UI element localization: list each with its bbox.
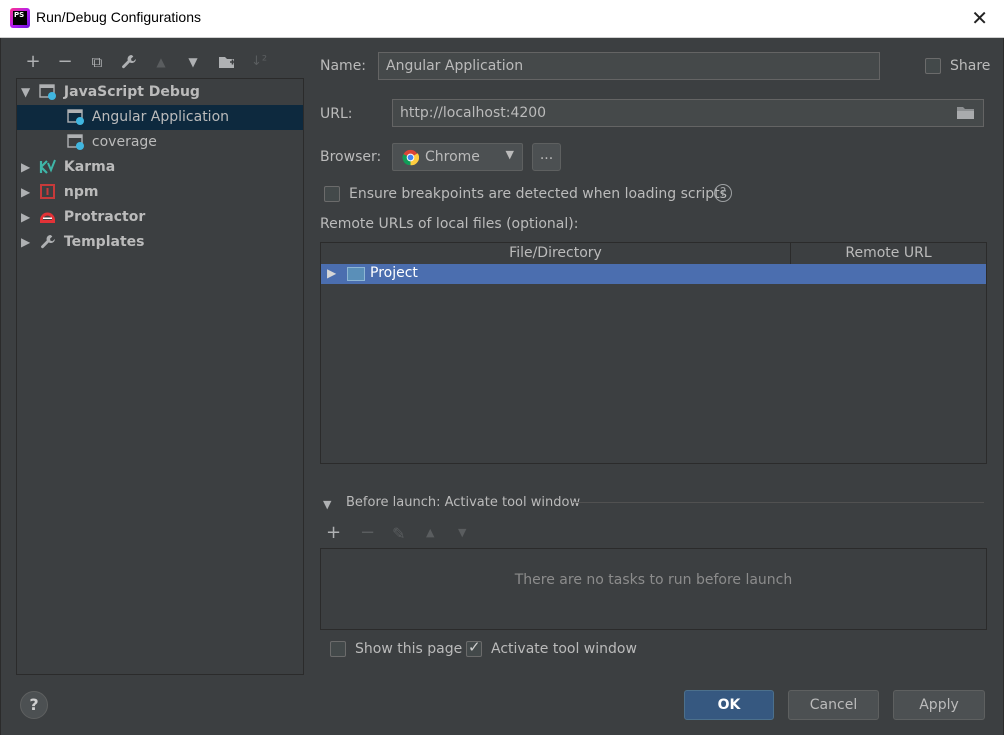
browser-label: Browser:: [320, 149, 382, 165]
remote-urls-table[interactable]: File/Directory Remote URL ▶ Project: [320, 242, 987, 464]
remove-icon[interactable]: −: [360, 522, 375, 543]
move-down-icon[interactable]: ▼: [458, 526, 466, 539]
configuration-tree[interactable]: ▼ JavaScript Debug Angular Application c…: [16, 78, 304, 675]
browser-value: Chrome: [425, 149, 480, 165]
collapse-arrow-icon[interactable]: ▼: [323, 498, 331, 511]
debug-config-icon: [67, 109, 85, 125]
move-up-icon[interactable]: ▲: [426, 526, 434, 539]
remove-icon[interactable]: −: [54, 50, 76, 74]
collapsed-arrow-icon[interactable]: ▶: [21, 155, 35, 180]
table-row[interactable]: ▶ Project: [321, 264, 986, 284]
copy-icon[interactable]: ⧉: [86, 50, 108, 74]
wrench-icon: [39, 234, 57, 250]
new-folder-icon[interactable]: [216, 50, 238, 74]
activate-tool-window-label: Activate tool window: [491, 641, 637, 657]
help-icon[interactable]: ?: [714, 184, 732, 202]
collapsed-arrow-icon[interactable]: ▶: [21, 180, 35, 205]
tree-label: coverage: [91, 134, 157, 150]
tree-label: npm: [63, 184, 99, 200]
tree-label: Karma: [63, 159, 116, 175]
share-checkbox[interactable]: [925, 58, 941, 74]
url-label: URL:: [320, 106, 353, 122]
title-bar: PS Run/Debug Configurations ✕: [0, 0, 1004, 38]
chrome-icon: [402, 149, 420, 170]
folder-icon: [347, 267, 365, 281]
browser-options-button[interactable]: ...: [532, 143, 561, 171]
apply-button[interactable]: Apply: [893, 690, 985, 720]
tree-node-karma[interactable]: ▶ Karma: [17, 155, 115, 180]
show-page-checkbox[interactable]: [330, 641, 346, 657]
help-button[interactable]: ?: [20, 691, 48, 719]
ok-button[interactable]: OK: [684, 690, 774, 720]
project-label: Project: [370, 265, 418, 281]
before-launch-task-list[interactable]: There are no tasks to run before launch: [320, 548, 987, 630]
tree-node-protractor[interactable]: ▶ Protractor: [17, 205, 145, 230]
collapsed-arrow-icon[interactable]: ▶: [21, 205, 35, 230]
add-icon[interactable]: +: [326, 522, 341, 543]
tree-node-angular-application[interactable]: Angular Application: [17, 105, 303, 130]
name-field[interactable]: Angular Application: [378, 52, 880, 80]
add-icon[interactable]: +: [22, 50, 44, 74]
before-launch-title[interactable]: Before launch: Activate tool window: [346, 495, 580, 510]
url-field[interactable]: http://localhost:4200: [392, 99, 984, 127]
debug-config-icon: [67, 134, 85, 150]
separator: [573, 502, 984, 503]
tree-label: JavaScript Debug: [63, 84, 200, 100]
tree-label: Protractor: [63, 209, 146, 225]
activate-tool-window-checkbox[interactable]: [466, 638, 482, 657]
browser-select[interactable]: Chrome ▼: [392, 143, 523, 171]
chevron-down-icon: ▼: [505, 148, 514, 161]
column-header-remote-url[interactable]: Remote URL: [791, 243, 986, 265]
npm-icon: [39, 184, 57, 200]
empty-tasks-text: There are no tasks to run before launch: [514, 572, 793, 588]
show-page-label: Show this page: [355, 641, 463, 657]
app-icon-text: PS: [13, 11, 27, 25]
tree-label: Templates: [63, 234, 145, 250]
expand-arrow-icon[interactable]: ▶: [327, 266, 336, 280]
collapsed-arrow-icon[interactable]: ▶: [21, 230, 35, 255]
name-label: Name:: [320, 58, 367, 74]
cancel-button[interactable]: Cancel: [788, 690, 879, 720]
move-down-icon[interactable]: ▼: [182, 50, 204, 74]
tree-node-npm[interactable]: ▶ npm: [17, 180, 98, 205]
javascript-debug-icon: [39, 84, 57, 100]
share-label: Share: [950, 58, 991, 74]
remote-urls-label: Remote URLs of local files (optional):: [320, 216, 579, 232]
karma-icon: [39, 159, 57, 175]
phpstorm-app-icon: PS: [10, 8, 30, 28]
breakpoints-checkbox[interactable]: [324, 186, 340, 202]
move-up-icon[interactable]: ▲: [150, 50, 172, 74]
column-header-file-directory[interactable]: File/Directory: [321, 243, 791, 265]
tree-node-coverage[interactable]: coverage: [17, 130, 157, 155]
edit-icon[interactable]: ✎: [392, 524, 405, 543]
expanded-arrow-icon[interactable]: ▼: [21, 80, 35, 105]
tree-node-javascript-debug[interactable]: ▼ JavaScript Debug: [17, 80, 200, 105]
close-icon[interactable]: ✕: [971, 6, 988, 30]
protractor-icon: [39, 209, 57, 225]
breakpoints-label: Ensure breakpoints are detected when loa…: [349, 186, 727, 202]
url-value: http://localhost:4200: [400, 105, 547, 121]
window-title: Run/Debug Configurations: [36, 9, 201, 25]
tree-label: Angular Application: [91, 109, 230, 125]
tree-node-templates[interactable]: ▶ Templates: [17, 230, 144, 255]
sort-icon[interactable]: ↓²: [248, 50, 270, 74]
wrench-icon[interactable]: [118, 50, 140, 74]
folder-icon[interactable]: [956, 104, 976, 122]
